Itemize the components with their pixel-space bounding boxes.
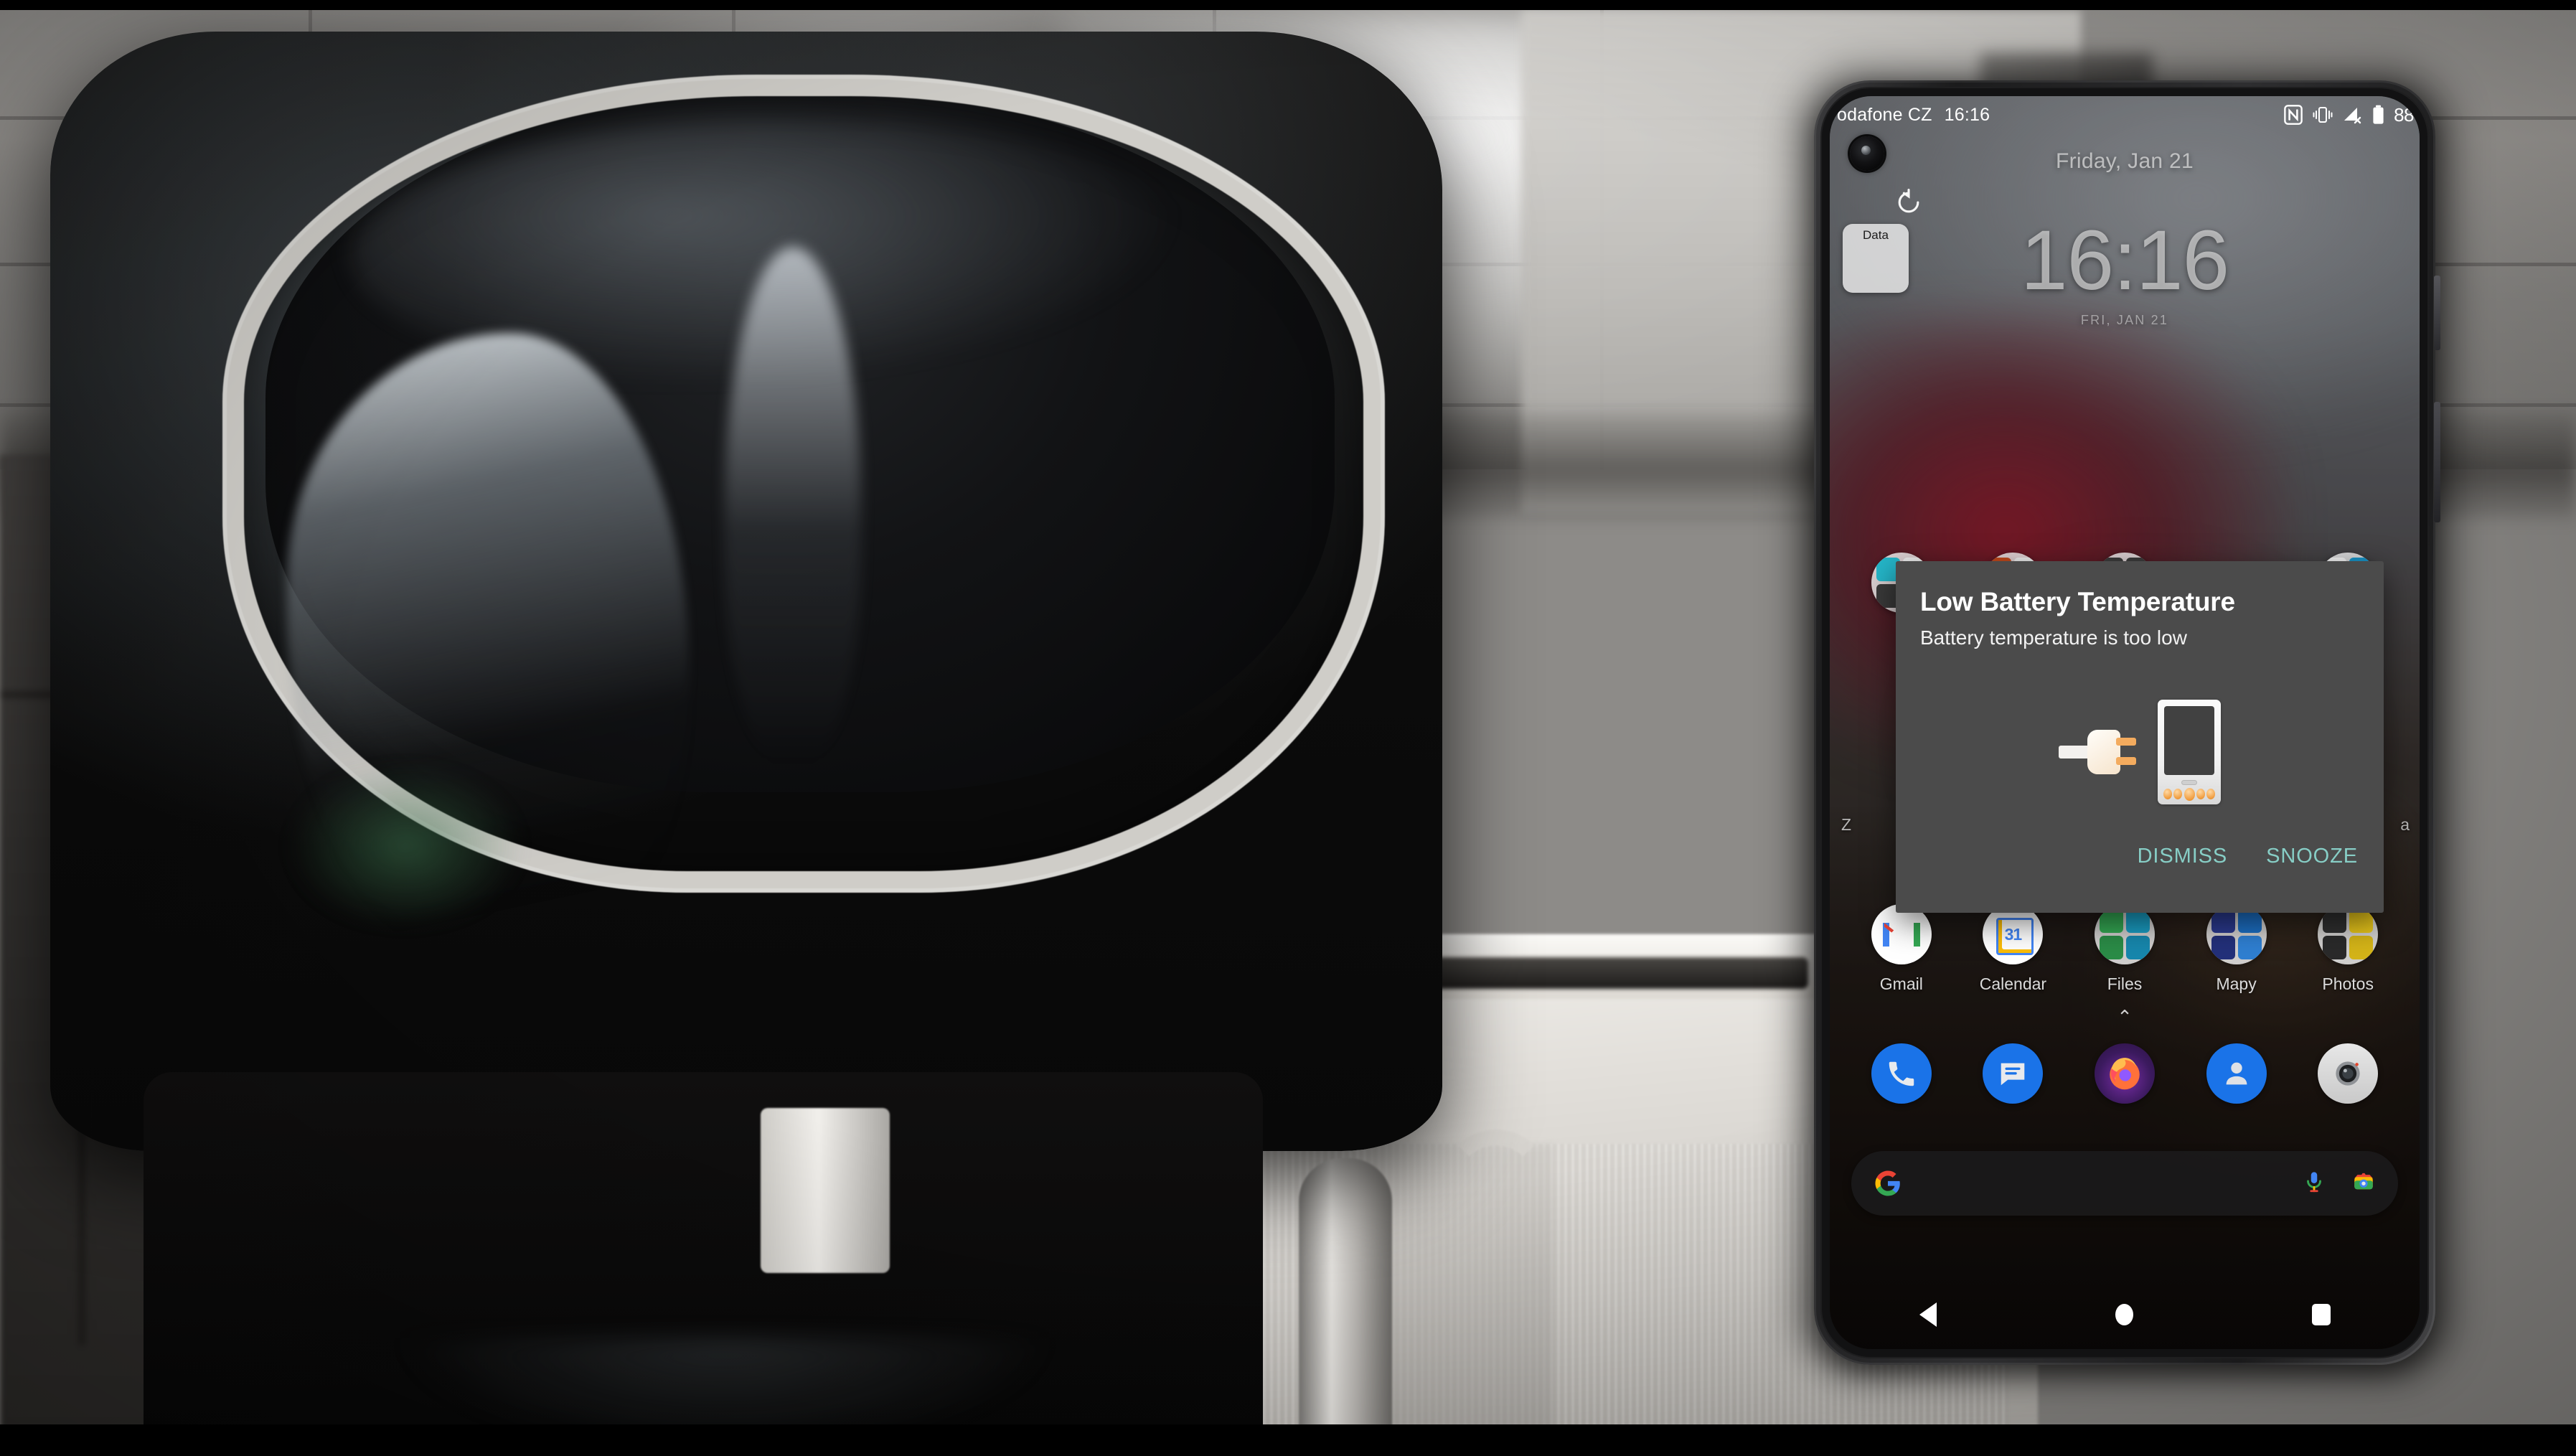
air-fryer-base-glow: [402, 1338, 1048, 1424]
clock-date-top: Friday, Jan 21: [2055, 149, 2194, 173]
air-fryer-body: [50, 32, 1442, 1151]
calendar-day-number: 31: [2004, 924, 2023, 944]
home-circle-icon[interactable]: [2115, 1304, 2133, 1325]
volume-button[interactable]: [2434, 276, 2440, 350]
charge-dots-icon: [2163, 788, 2215, 801]
low-battery-temperature-dialog: Low Battery Temperature Battery temperat…: [1896, 561, 2384, 913]
status-bar-time: 16:16: [1944, 104, 1990, 125]
dock-firefox[interactable]: [2079, 1043, 2171, 1104]
microphone-icon[interactable]: [2302, 1170, 2326, 1198]
battery-percent-label: 88: [2394, 103, 2414, 126]
carrier-label: odafone CZ: [1837, 104, 1932, 125]
vibrate-icon: [2312, 105, 2333, 124]
battery-icon: [2372, 105, 2384, 125]
gmail-icon: [1871, 904, 1932, 964]
dock-camera[interactable]: [2302, 1043, 2394, 1104]
folder-icon: [2206, 904, 2267, 964]
app-photos[interactable]: Photos: [2302, 904, 2394, 994]
nfc-icon: [2284, 105, 2303, 125]
app-label: Files: [2107, 974, 2143, 993]
search-bar-actions: [2302, 1170, 2377, 1198]
google-search-bar[interactable]: [1851, 1151, 2398, 1216]
dialog-message: Battery temperature is too low: [1920, 626, 2187, 649]
front-camera-punch-hole: [1850, 136, 1884, 171]
clock-date-bottom: FRI, JAN 21: [2080, 313, 2169, 327]
letterbox-top: [0, 0, 2576, 10]
dialog-title: Low Battery Temperature: [1920, 587, 2235, 616]
google-g-icon: [1873, 1168, 1903, 1198]
letterbox-bottom: [0, 1424, 2576, 1456]
navigation-bar: [1830, 1280, 2420, 1349]
screenshot-stage: odafone CZ 16:16 88 Friday, Jan 21 16:16…: [0, 0, 2576, 1456]
phone-screen: odafone CZ 16:16 88 Friday, Jan 21 16:16…: [1830, 96, 2420, 1349]
plug-icon: [2059, 724, 2139, 780]
app-gmail[interactable]: Gmail: [1856, 904, 1947, 994]
power-button[interactable]: [2434, 402, 2440, 522]
app-calendar[interactable]: 31 Calendar: [1967, 904, 2059, 994]
google-lens-icon[interactable]: [2351, 1170, 2377, 1198]
behind-label-right: a: [2400, 815, 2410, 834]
smartphone: odafone CZ 16:16 88 Friday, Jan 21 16:16…: [1795, 69, 2454, 1379]
air-fryer-drawer-handle: [761, 1108, 890, 1273]
behind-label-left: Z: [1841, 815, 1852, 834]
clock-widget[interactable]: Friday, Jan 21 16:16 FRI, JAN 21: [1830, 149, 2420, 328]
dialog-actions: DISMISS SNOOZE: [2133, 842, 2362, 871]
app-mapy[interactable]: Mapy: [2191, 904, 2283, 994]
dock-phone[interactable]: [1856, 1043, 1947, 1104]
back-triangle-icon[interactable]: [1919, 1302, 1937, 1327]
home-app-row-main: Gmail 31 Calendar Files Mapy Photos: [1830, 904, 2420, 994]
phone-illustration-icon: [2158, 700, 2221, 804]
app-label: Photos: [2322, 974, 2374, 993]
app-drawer-arrow-icon[interactable]: ⌃: [1830, 1006, 2420, 1028]
status-bar-right: 88: [2284, 104, 2414, 126]
status-bar[interactable]: odafone CZ 16:16 88: [1830, 96, 2420, 133]
phone-with-plug-icon: [1896, 687, 2384, 817]
recents-square-icon[interactable]: [2311, 1304, 2331, 1325]
folder-icon: [2318, 904, 2379, 964]
contacts-icon: [2206, 1043, 2267, 1104]
chrome-handle: [1299, 1158, 1392, 1424]
folder-icon: [2094, 904, 2155, 964]
status-bar-left: odafone CZ 16:16: [1837, 105, 1990, 126]
dock: [1830, 1043, 2420, 1104]
clock-time: 16:16: [2020, 213, 2229, 308]
camera-icon: [2318, 1043, 2379, 1104]
app-label: Mapy: [2216, 974, 2257, 993]
dock-contacts[interactable]: [2191, 1043, 2283, 1104]
chrome-hook: [1442, 1129, 1550, 1259]
app-label: Calendar: [1979, 974, 2047, 993]
app-files[interactable]: Files: [2079, 904, 2171, 994]
phone-icon: [1871, 1043, 1932, 1104]
air-fryer-reflection-2: [725, 247, 861, 764]
snooze-button[interactable]: SNOOZE: [2262, 842, 2362, 871]
messages-icon: [1983, 1043, 2044, 1104]
firefox-icon: [2094, 1043, 2155, 1104]
dock-messages[interactable]: [1967, 1043, 2059, 1104]
app-label: Gmail: [1879, 974, 1923, 993]
dismiss-button[interactable]: DISMISS: [2133, 842, 2232, 871]
signal-off-icon: [2343, 105, 2363, 124]
air-fryer-green-reflection: [287, 764, 524, 929]
calendar-icon: 31: [1983, 904, 2044, 964]
